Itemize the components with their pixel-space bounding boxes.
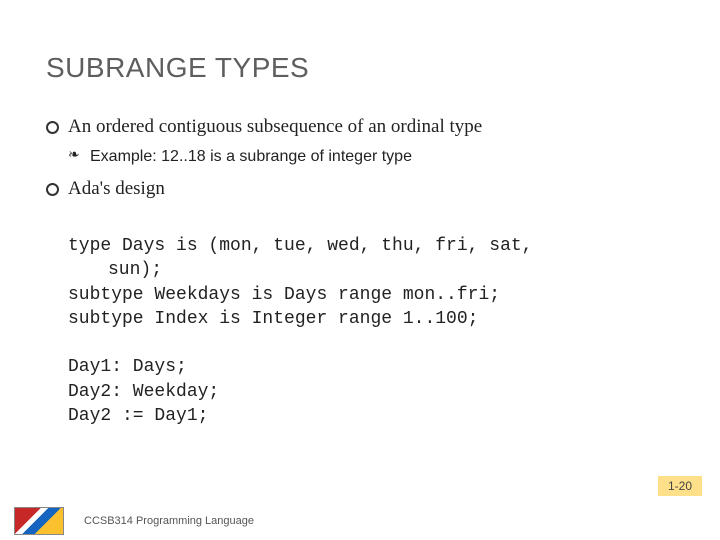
- code-line: subtype Index is Integer range 1..100;: [68, 309, 478, 329]
- bullet-item: Ada's design: [46, 176, 674, 202]
- slide: SUBRANGE TYPES An ordered contiguous sub…: [0, 0, 720, 540]
- code-line: Day1: Days;: [68, 357, 187, 377]
- code-line: Day2 := Day1;: [68, 406, 208, 426]
- page-number: 1-20: [658, 476, 702, 496]
- bullet-list: An ordered contiguous subsequence of an …: [46, 114, 674, 202]
- code-line: sun);: [68, 258, 674, 282]
- footer-text: CCSB314 Programming Language: [84, 515, 254, 527]
- sub-list: Example: 12..18 is a subrange of integer…: [68, 146, 674, 168]
- code-line: type Days is (mon, tue, wed, thu, fri, s…: [68, 236, 532, 256]
- bullet-text: An ordered contiguous subsequence of an …: [68, 116, 482, 137]
- sub-item: Example: 12..18 is a subrange of integer…: [68, 146, 674, 168]
- slide-title: SUBRANGE TYPES: [46, 52, 674, 84]
- logo-icon: [14, 507, 64, 535]
- bullet-text: Ada's design: [68, 178, 165, 199]
- code-line: subtype Weekdays is Days range mon..fri;: [68, 285, 500, 305]
- code-block: type Days is (mon, tue, wed, thu, fri, s…: [46, 210, 674, 429]
- code-line: Day2: Weekday;: [68, 382, 219, 402]
- bullet-item: An ordered contiguous subsequence of an …: [46, 114, 674, 168]
- footer: CCSB314 Programming Language: [0, 502, 720, 540]
